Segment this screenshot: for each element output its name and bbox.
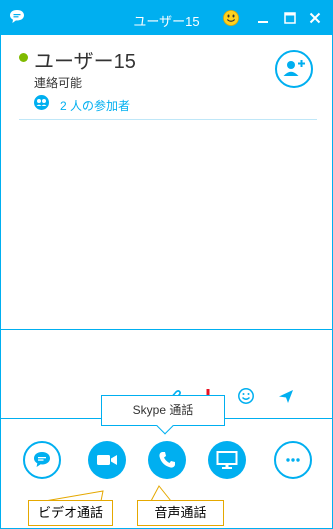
minimize-icon[interactable]	[255, 10, 271, 26]
message-history[interactable]	[1, 120, 332, 329]
participants-icon[interactable]	[34, 95, 49, 110]
add-person-icon	[283, 60, 305, 76]
voice-call-tooltip-text: Skype 通話	[132, 403, 194, 417]
title-bar[interactable]: ユーザー15	[1, 1, 332, 35]
phone-icon	[159, 452, 175, 468]
voice-call-callout: 音声通話	[137, 500, 224, 526]
emoticon-icon[interactable]	[237, 387, 255, 405]
close-icon[interactable]	[307, 10, 323, 26]
participants-link[interactable]: 2 人の参加者	[60, 97, 130, 114]
callout-lines	[44, 485, 172, 502]
chat-bubble-icon	[34, 452, 50, 467]
maximize-icon[interactable]	[282, 10, 298, 26]
tooltip-tail	[156, 417, 174, 435]
video-call-callout: ビデオ通話	[28, 500, 113, 526]
add-person-button[interactable]	[275, 50, 313, 88]
voice-call-tooltip: Skype 通話	[101, 395, 225, 435]
conversation-window: ユーザー15 ユーザー15 連絡可能 2 人の参加者 Skype 通話 ビデオ通…	[0, 0, 333, 529]
message-input[interactable]	[1, 330, 332, 385]
contact-status: 連絡可能	[34, 76, 83, 90]
contact-name[interactable]: ユーザー15	[34, 45, 136, 74]
send-icon[interactable]	[277, 387, 295, 405]
video-camera-icon	[97, 455, 117, 465]
more-icon	[286, 458, 300, 462]
monitor-icon	[216, 451, 238, 469]
presence-available-icon	[19, 53, 28, 62]
smiley-icon[interactable]	[223, 10, 239, 26]
